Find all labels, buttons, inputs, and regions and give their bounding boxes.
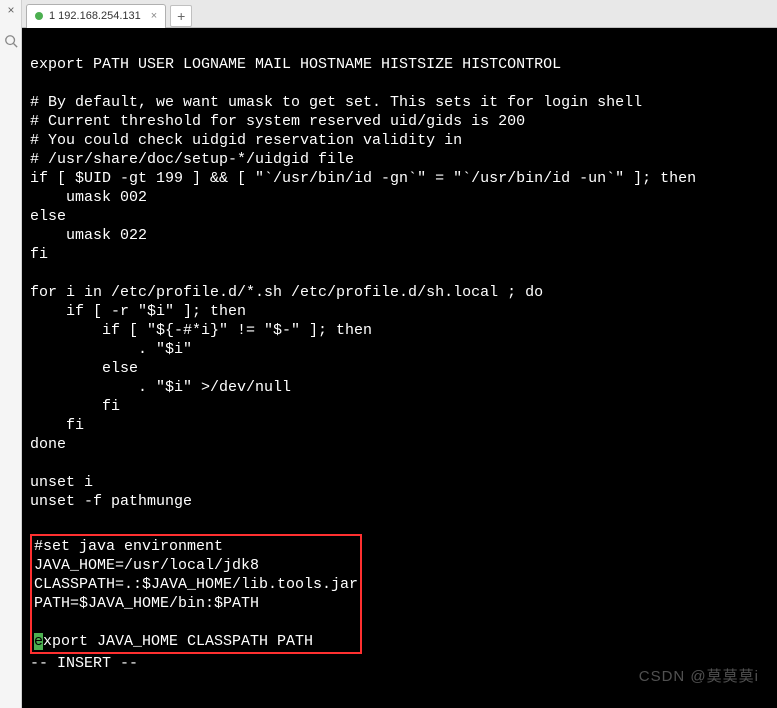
cursor-block: e (34, 633, 43, 650)
search-icon[interactable] (0, 30, 22, 52)
vim-status-line: -- INSERT -- (30, 655, 138, 672)
left-sidebar: × (0, 0, 22, 708)
tab-bar: 1 192.168.254.131 × + (22, 0, 777, 28)
close-icon[interactable]: × (0, 0, 22, 20)
tab-active[interactable]: 1 192.168.254.131 × (26, 4, 166, 28)
highlight-content: #set java environment JAVA_HOME=/usr/loc… (34, 538, 358, 612)
terminal-pane[interactable]: export PATH USER LOGNAME MAIL HOSTNAME H… (22, 28, 777, 708)
tab-label: 1 192.168.254.131 (49, 10, 141, 22)
status-dot-icon (35, 12, 43, 20)
terminal-content: export PATH USER LOGNAME MAIL HOSTNAME H… (30, 56, 696, 510)
highlight-box: #set java environment JAVA_HOME=/usr/loc… (30, 534, 362, 654)
tab-close-icon[interactable]: × (151, 10, 157, 22)
highlight-last-line-rest: xport JAVA_HOME CLASSPATH PATH (43, 633, 313, 650)
add-tab-button[interactable]: + (170, 5, 192, 27)
watermark: CSDN @莫莫莫i (639, 665, 759, 686)
